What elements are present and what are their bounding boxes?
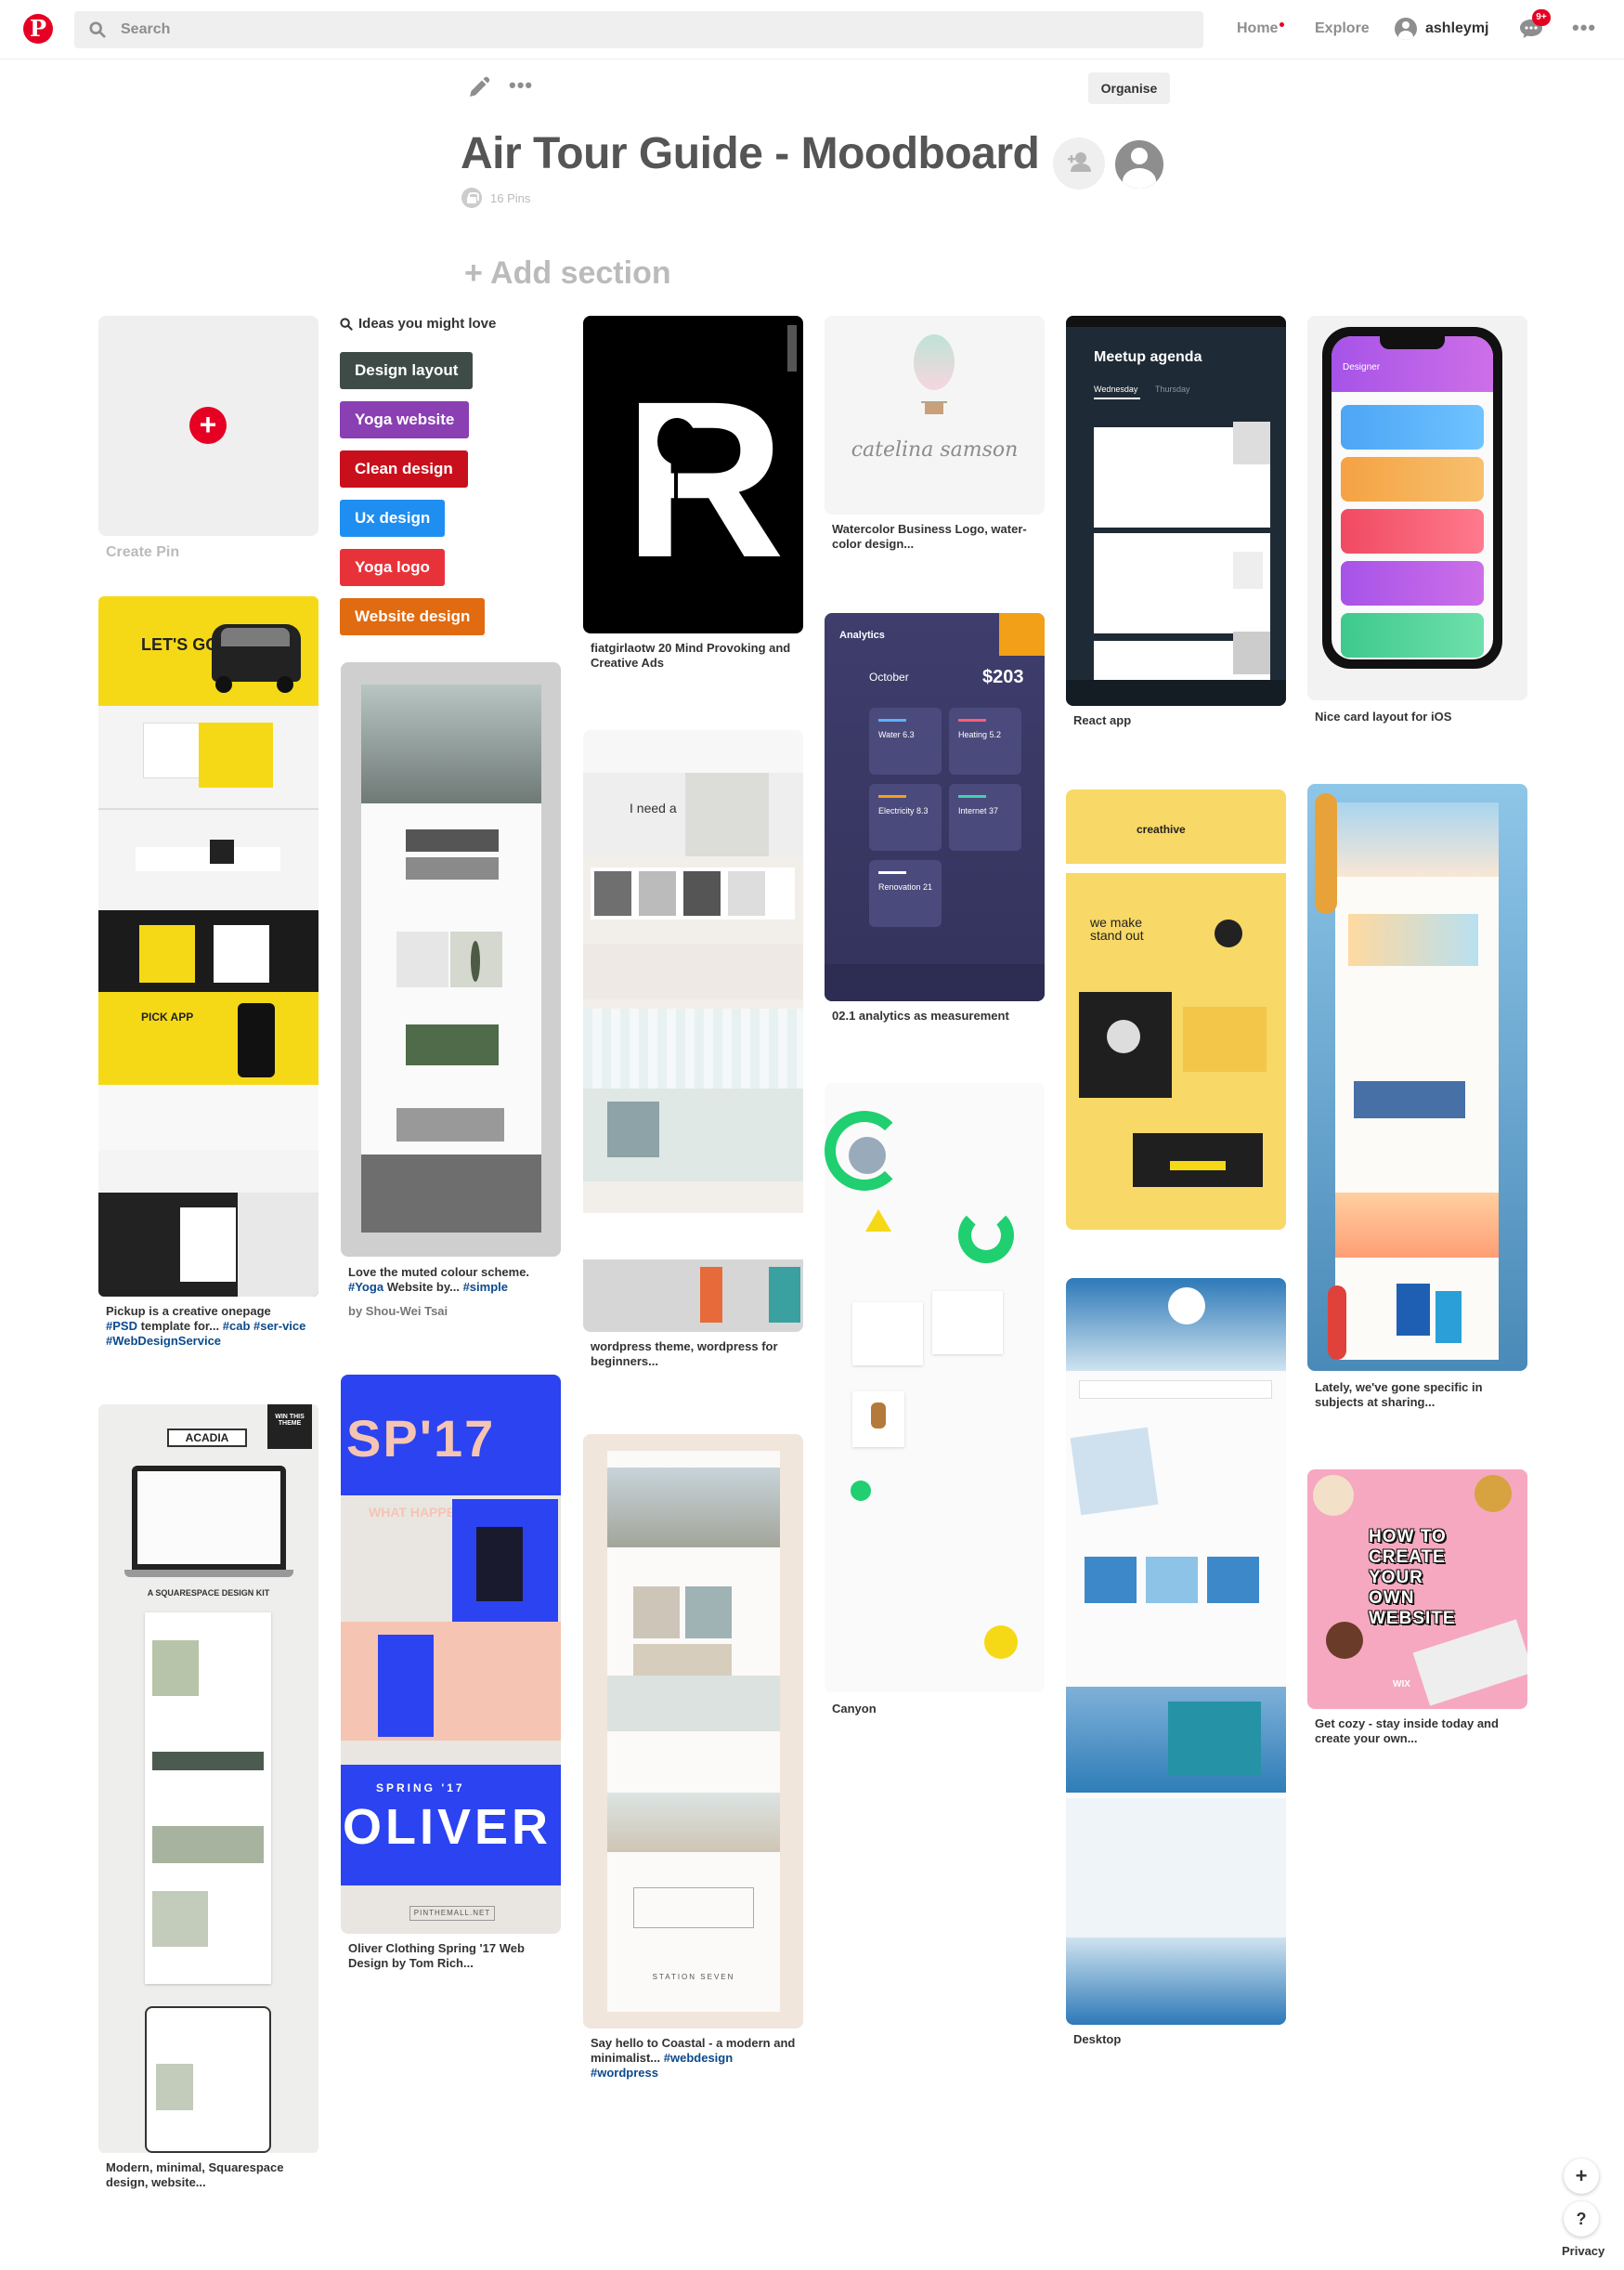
pin-acadia[interactable]: ACADIA WIN THIS THEME A SQUARESPACE DESI… [98, 1404, 318, 2153]
pin-caption-cozy: Get cozy - stay inside today and create … [1315, 1716, 1499, 1745]
pin-desktop[interactable] [1066, 1278, 1286, 2025]
react-tab-wednesday: Wednesday [1094, 385, 1138, 394]
acadia-logo-text: ACADIA [167, 1429, 247, 1447]
pin-caption-watercolor: Watercolor Business Logo, water-color de… [832, 522, 1027, 551]
oliver-headline: SP'17 [346, 1409, 496, 1468]
board-title: Air Tour Guide - Moodboard [461, 129, 1040, 178]
create-pin-label: Create Pin [106, 544, 180, 560]
idea-button-yoga-logo[interactable]: Yoga logo [340, 549, 445, 586]
oliver-spring-text: SPRING '17 [376, 1781, 465, 1794]
pin-caption-coastal: Say hello to Coastal - a modern and mini… [591, 2036, 796, 2080]
tile-renovation: Renovation 21 [878, 882, 933, 892]
tile-internet: Internet 37 [958, 806, 999, 815]
analytics-month: October [869, 671, 909, 684]
pin-caption-pickup: Pickup is a creative onepage #PSD templa… [106, 1304, 306, 1348]
pin-caption-analytics: 02.1 analytics as measurement [832, 1009, 1009, 1023]
pin-app-text: PICK APP [141, 1011, 194, 1024]
pin-caption-lately: Lately, we've gone specific in subjects … [1315, 1380, 1483, 1409]
organise-button[interactable]: Organise [1088, 72, 1170, 104]
edit-pencil-icon[interactable] [466, 76, 490, 100]
pin-caption-react: React app [1073, 713, 1132, 727]
search-icon [89, 21, 106, 38]
more-options-icon[interactable]: ••• [1572, 18, 1596, 38]
home-notification-dot [1280, 22, 1284, 27]
pin-canyon[interactable] [825, 1083, 1045, 1692]
pin-caption-muted: Love the muted colour scheme. #Yoga Webs… [348, 1265, 530, 1294]
nav-explore-link[interactable]: Explore [1315, 20, 1370, 37]
tile-water: Water 6.3 [878, 730, 915, 739]
acadia-subtitle: A SQUARESPACE DESIGN KIT [147, 1588, 270, 1598]
floating-plus-button[interactable]: + [1564, 2159, 1599, 2194]
pin-wordpress[interactable]: I need a [583, 730, 803, 1332]
pin-lately[interactable] [1307, 784, 1527, 1371]
creathive-tagline: we make stand out [1090, 915, 1144, 943]
pin-analytics[interactable]: Analytics October $203 Water 6.3 Heating… [825, 613, 1045, 1001]
react-title: Meetup agenda [1094, 349, 1202, 365]
pin-caption-fiat: fiatgirlaotw 20 Mind Provoking and Creat… [591, 641, 791, 670]
pinterest-logo-icon[interactable]: P [23, 14, 53, 44]
pin-caption-ios: Nice card layout for iOS [1315, 710, 1452, 724]
add-section-button[interactable]: + Add section [464, 255, 671, 292]
pin-coastal[interactable]: STATION SEVEN [583, 1434, 803, 2029]
nav-home-link[interactable]: Home [1237, 20, 1278, 37]
board-owner-avatar[interactable] [1112, 137, 1166, 191]
top-navigation-bar: P Home Explore ashleymj 9+ ••• [0, 0, 1624, 59]
tile-heating: Heating 5.2 [958, 730, 1002, 739]
idea-button-website-design[interactable]: Website design [340, 598, 486, 635]
add-person-icon [1068, 152, 1091, 172]
analytics-amount: $203 [982, 667, 1024, 687]
tile-electricity: Electricity 8.3 [878, 806, 929, 815]
create-pin-card[interactable]: + [98, 316, 318, 536]
wp-need-text: I need a [630, 801, 677, 815]
pin-react-app[interactable]: Meetup agenda Wednesday Thursday [1066, 316, 1286, 706]
pin-caption-acadia: Modern, minimal, Squarespace design, web… [106, 2160, 284, 2189]
pin-ios-cards[interactable]: Designer [1307, 316, 1527, 700]
watercolor-script-text: catelina samson [851, 438, 1019, 462]
pin-pickup[interactable]: LET'S GO PICK APP [98, 596, 318, 1297]
nav-username-link[interactable]: ashleymj [1425, 20, 1488, 37]
ios-title: Designer [1343, 362, 1381, 372]
pin-creathive[interactable]: creathive we make stand out [1066, 789, 1286, 1230]
oliver-site-label: PINTHEMALL.NET [409, 1906, 495, 1921]
win-theme-badge: WIN THIS THEME [267, 1404, 312, 1449]
pin-image-hero: LET'S GO [98, 596, 318, 706]
wix-logo: WIX [1393, 1679, 1410, 1689]
pin-muted-colour[interactable] [341, 662, 561, 1257]
pin-fiat[interactable]: R [583, 316, 803, 633]
cozy-headline: HOW TO CREATE YOUR OWN WEBSITE [1369, 1527, 1456, 1628]
ideas-heading: Ideas you might love [340, 316, 496, 332]
fiat-r-letter: R [624, 355, 786, 604]
pin-get-cozy[interactable]: HOW TO CREATE YOUR OWN WEBSITE WIX [1307, 1469, 1527, 1709]
pin-caption-canyon: Canyon [832, 1702, 877, 1716]
pin-caption-oliver: Oliver Clothing Spring '17 Web Design by… [348, 1941, 525, 1970]
pin-oliver[interactable]: SP'17 WHAT HAPPENED SPRING '17 OLIVER PI… [341, 1375, 561, 1934]
search-bar[interactable] [74, 11, 1203, 48]
coastal-footer-text: STATION SEVEN [652, 1973, 735, 1981]
privacy-link[interactable]: Privacy [1562, 2244, 1605, 2258]
pin-author-muted: by Shou-Wei Tsai [348, 1304, 448, 1318]
creathive-logo: creathive [1137, 823, 1186, 836]
analytics-title: Analytics [839, 630, 885, 641]
idea-button-yoga-website[interactable]: Yoga website [340, 401, 470, 438]
react-tab-thursday: Thursday [1155, 385, 1190, 394]
pin-count: 16 Pins [490, 191, 531, 205]
board-more-options-icon[interactable]: ••• [509, 75, 533, 96]
pin-hero-text: LET'S GO [141, 635, 219, 654]
idea-button-clean-design[interactable]: Clean design [340, 450, 468, 488]
pin-caption-desktop: Desktop [1073, 2032, 1122, 2046]
user-avatar-icon[interactable] [1395, 18, 1417, 40]
pin-caption-wordpress: wordpress theme, wordpress for beginners… [591, 1339, 778, 1368]
add-collaborator-button[interactable] [1053, 137, 1105, 189]
oliver-name-text: OLIVER [343, 1799, 552, 1855]
notification-badge: 9+ [1532, 9, 1551, 26]
plus-icon: + [189, 407, 227, 444]
idea-button-design-layout[interactable]: Design layout [340, 352, 474, 389]
pin-watercolor[interactable]: catelina samson [825, 316, 1045, 515]
idea-button-ux-design[interactable]: Ux design [340, 500, 446, 537]
search-input[interactable] [121, 11, 1142, 48]
lock-icon [461, 188, 482, 208]
help-button[interactable]: ? [1564, 2201, 1599, 2237]
search-icon [340, 318, 353, 331]
